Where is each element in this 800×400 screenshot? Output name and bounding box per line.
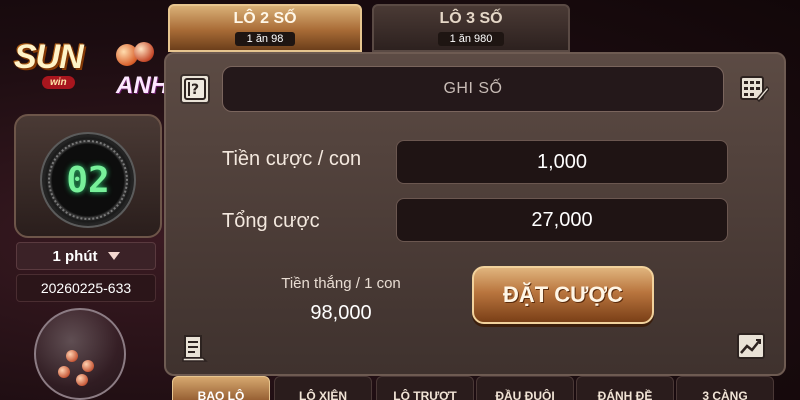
countdown-panel: 02 — [14, 114, 162, 238]
bet-type-tabs: BAO LÔ LÔ XIÊN LÔ TRƯỢT ĐẦU ĐUÔI ĐÁNH ĐỀ… — [170, 376, 800, 400]
win-value: 98,000 — [310, 302, 372, 324]
logo-badge-win: win — [42, 76, 75, 89]
place-bet-button[interactable]: ĐẶT CƯỢC — [472, 266, 654, 324]
lottery-ball-icon — [76, 374, 88, 386]
svg-text:?: ? — [191, 82, 199, 98]
number-picker-icon[interactable] — [739, 74, 769, 104]
game-logo: SUN win ANH — [6, 6, 168, 102]
logo-text-anh: ANH — [116, 72, 168, 99]
lottery-ball-icon — [58, 366, 70, 378]
total-label: Tổng cược — [222, 210, 320, 232]
stake-label: Tiền cược / con — [222, 148, 362, 170]
countdown-value: 02 — [66, 160, 110, 201]
stake-input[interactable]: 1,000 — [396, 140, 728, 184]
total-value: 27,000 — [396, 198, 728, 242]
tab-odds: 1 ăn 98 — [234, 32, 296, 46]
chevron-down-icon — [107, 252, 120, 260]
tab-lo-xien[interactable]: LÔ XIÊN — [274, 376, 372, 400]
win-label: Tiền thắng / 1 con — [281, 275, 401, 292]
tab-odds: 1 ăn 980 — [437, 32, 505, 46]
tab-danh-de[interactable]: ĐÁNH ĐỀ — [576, 376, 674, 400]
lottery-ball-icon — [134, 42, 154, 62]
lottery-globe-icon — [34, 308, 126, 400]
tab-3-cang[interactable]: 3 CÀNG — [676, 376, 774, 400]
tab-lo-2-so[interactable]: LÔ 2 SỐ 1 ăn 98 — [168, 4, 362, 52]
tab-bao-lo[interactable]: BAO LÔ — [172, 376, 270, 400]
logo-text-sun: SUN — [14, 38, 84, 76]
tab-lo-truot[interactable]: LÔ TRƯỢT — [376, 376, 474, 400]
statistics-icon[interactable] — [737, 332, 765, 360]
lottery-ball-icon — [82, 360, 94, 372]
lottery-ball-icon — [66, 350, 78, 362]
period-label: 1 phút — [52, 247, 98, 265]
help-icon[interactable]: ? — [180, 74, 210, 104]
tab-label: LÔ 2 SỐ — [233, 10, 297, 27]
tab-label: LÔ 3 SỐ — [439, 10, 503, 27]
bet-history-icon[interactable] — [182, 334, 210, 362]
tab-lo-3-so[interactable]: LÔ 3 SỐ 1 ăn 980 — [372, 4, 570, 52]
countdown-dial: 02 — [40, 132, 136, 228]
period-dropdown[interactable]: 1 phút — [16, 242, 156, 270]
tab-dau-duoi[interactable]: ĐẦU ĐUÔI — [476, 376, 574, 400]
number-input[interactable]: GHI SỐ — [222, 66, 724, 112]
round-id: 20260225-633 — [16, 274, 156, 302]
